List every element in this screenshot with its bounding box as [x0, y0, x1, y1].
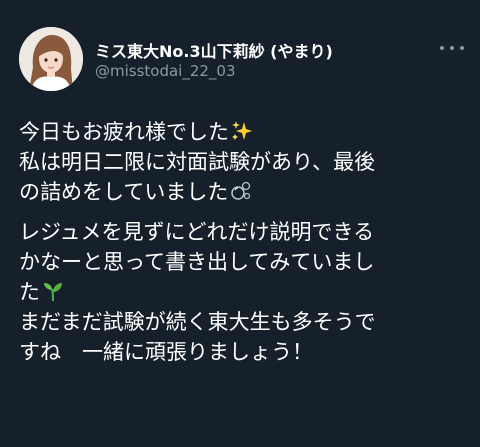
tweet-text: 今日もお疲れ様でした 私は明日二限に対面試験があり、最後 の詰めをしていました … — [19, 117, 469, 367]
tweet-paragraph: レジュメを見ずにどれだけ説明できる かなーと思って書き出してみていまし た まだ… — [19, 217, 469, 367]
more-dot — [450, 46, 454, 50]
seedling-emoji — [42, 280, 64, 302]
more-dot — [440, 46, 444, 50]
tweet-line: レジュメを見ずにどれだけ説明できる — [19, 217, 469, 247]
tweet-line-text: まだまだ試験が続く東大生も多そうで — [19, 310, 376, 334]
tweet-line-text: かなーと思って書き出してみていまし — [19, 250, 375, 274]
bubbles-emoji — [230, 180, 252, 202]
tweet-line: の詰めをしていました — [19, 177, 469, 207]
tweet-line: すね 一緒に頑張りましょう！ — [19, 337, 469, 367]
more-horizontal-icon[interactable] — [440, 38, 464, 58]
tweet-line-text: た — [19, 280, 40, 304]
tweet-line-text: レジュメを見ずにどれだけ説明できる — [19, 220, 375, 244]
avatar[interactable] — [19, 27, 83, 91]
user-handle[interactable]: @misstodai_22_03 — [95, 62, 236, 80]
tweet-line: た — [19, 277, 469, 307]
tweet-paragraph: 今日もお疲れ様でした 私は明日二限に対面試験があり、最後 の詰めをしていました — [19, 117, 469, 207]
tweet-line: 私は明日二限に対面試験があり、最後 — [19, 147, 469, 177]
tweet-line: かなーと思って書き出してみていまし — [19, 247, 469, 277]
tweet-line-text: の詰めをしていました — [19, 180, 229, 204]
display-name[interactable]: ミス東大No.3山下莉紗 (やまり) — [95, 38, 333, 62]
more-dot — [460, 46, 464, 50]
tweet-line-text: 今日もお疲れ様でした — [19, 120, 229, 144]
tweet-line: まだまだ試験が続く東大生も多そうで — [19, 307, 469, 337]
sparkles-emoji — [231, 120, 253, 142]
tweet-line-text: 私は明日二限に対面試験があり、最後 — [19, 150, 376, 174]
tweet-line: 今日もお疲れ様でした — [19, 117, 469, 147]
tweet-card: ミス東大No.3山下莉紗 (やまり) @misstodai_22_03 今日もお… — [0, 0, 480, 447]
tweet-line-text: すね 一緒に頑張りましょう！ — [19, 340, 313, 364]
